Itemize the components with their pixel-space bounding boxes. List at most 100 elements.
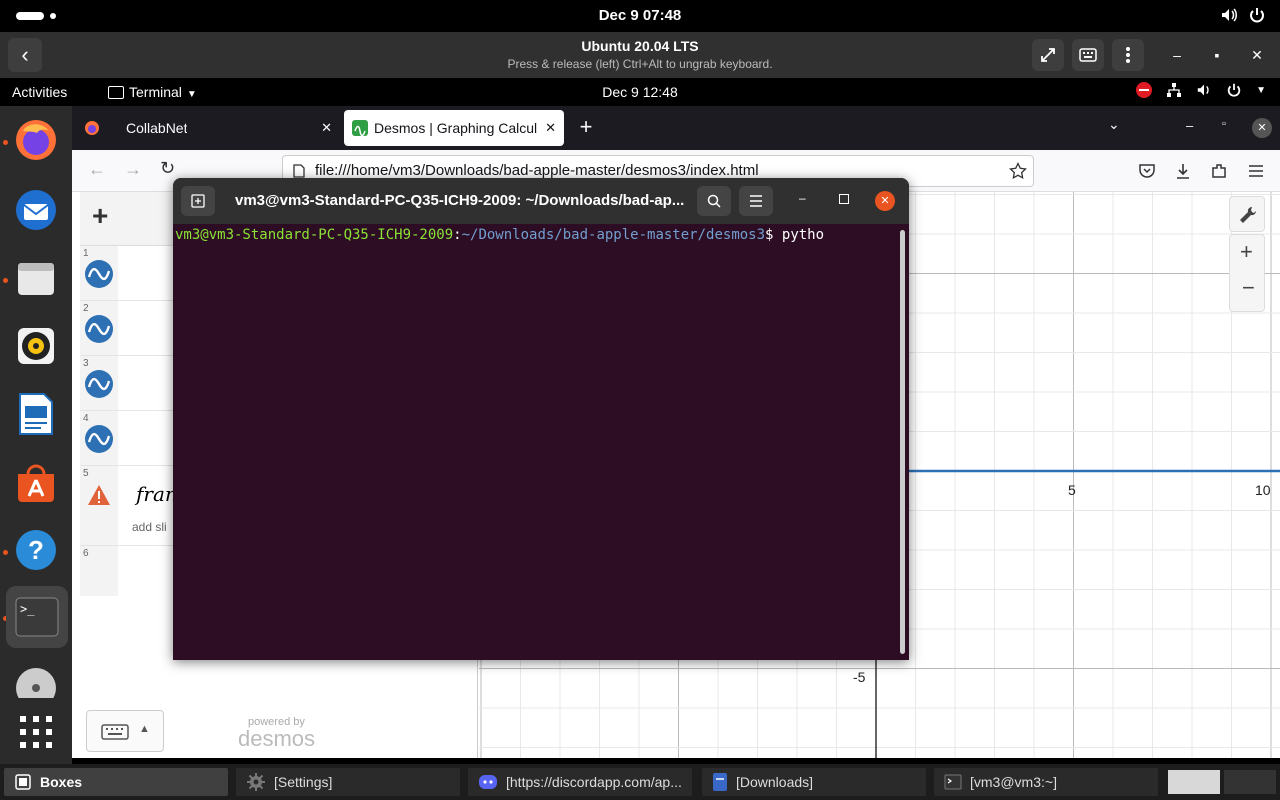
new-tab-button[interactable] xyxy=(181,186,215,216)
wave-icon[interactable] xyxy=(85,315,113,343)
minimize-icon: – xyxy=(1186,118,1194,133)
wave-icon[interactable] xyxy=(85,260,113,288)
help-icon: ? xyxy=(16,530,56,570)
close-icon: ✕ xyxy=(1257,122,1267,134)
term-close-button[interactable]: ✕ xyxy=(875,191,895,211)
close-icon: ✕ xyxy=(880,195,890,207)
ff-minimize-button[interactable]: – xyxy=(1186,118,1193,133)
maximize-button[interactable]: ▪ xyxy=(1202,39,1232,71)
writer-launcher[interactable] xyxy=(10,388,62,440)
row-number: 5 xyxy=(83,468,89,479)
row-gutter: 6 xyxy=(80,546,118,596)
disc-launcher[interactable] xyxy=(10,662,62,698)
ff-close-button[interactable]: ✕ xyxy=(1252,118,1272,138)
guest-top-panel: Activities Terminal ▼ Dec 9 12:48 ▼ xyxy=(0,78,1280,106)
expression-text[interactable]: fran xyxy=(136,482,178,506)
zoom-out-icon[interactable]: − xyxy=(1242,275,1255,301)
forward-arrow-icon[interactable]: → xyxy=(124,159,142,180)
help-launcher[interactable]: ? xyxy=(10,524,62,576)
show-apps-button[interactable] xyxy=(10,706,62,758)
download-icon[interactable] xyxy=(1174,162,1192,180)
row-number: 4 xyxy=(83,413,89,424)
add-slider-hint[interactable]: add sli xyxy=(132,520,167,534)
guest-clock[interactable]: Dec 9 12:48 xyxy=(0,84,1280,100)
wave-icon[interactable] xyxy=(85,370,113,398)
terminal-icon: >_ xyxy=(15,597,59,637)
wave-icon[interactable] xyxy=(85,425,113,453)
power-icon xyxy=(1227,83,1241,97)
command-input[interactable]: pytho xyxy=(782,227,824,243)
libreoffice-writer-icon xyxy=(19,393,53,435)
row-number: 6 xyxy=(83,548,89,559)
host-clock[interactable]: Dec 9 07:48 xyxy=(0,7,1280,24)
terminal-launcher[interactable]: >_ xyxy=(6,586,68,648)
menu-button[interactable] xyxy=(1112,39,1144,71)
taskbar-item-boxes[interactable]: Boxes xyxy=(4,768,228,796)
fullscreen-button[interactable] xyxy=(1032,39,1064,71)
taskbar-item-discord[interactable]: [https://discordapp.com/ap... xyxy=(468,768,692,796)
warning-icon[interactable] xyxy=(87,484,111,506)
terminal-window: vm3@vm3-Standard-PC-Q35-ICH9-2009: ~/Dow… xyxy=(173,178,909,660)
boxes-header: ‹ Ubuntu 20.04 LTS Press & release (left… xyxy=(0,32,1280,78)
file-manager-icon xyxy=(713,773,727,791)
row-number: 1 xyxy=(83,248,89,259)
back-arrow-icon[interactable]: ← xyxy=(88,159,106,180)
no-entry-icon xyxy=(1136,82,1153,98)
close-tab-icon[interactable]: ✕ xyxy=(545,120,556,136)
gear-icon xyxy=(247,773,265,791)
taskbar-label: [vm3@vm3:~] xyxy=(970,774,1057,790)
graph-settings-button[interactable] xyxy=(1229,196,1265,232)
host-top-bar: Dec 9 07:48 xyxy=(0,0,1280,32)
minimize-button[interactable]: – xyxy=(1162,39,1192,71)
taskbar-item-terminal[interactable]: [vm3@vm3:~] xyxy=(934,768,1158,796)
zoom-in-icon[interactable]: + xyxy=(1240,239,1253,265)
dock: ? >_ xyxy=(0,106,72,764)
workspace-2[interactable] xyxy=(1224,770,1276,794)
firefox-launcher[interactable] xyxy=(10,114,62,166)
optical-disc-icon xyxy=(16,668,56,698)
workspace-1[interactable] xyxy=(1168,770,1220,794)
tab-label: CollabNet xyxy=(126,120,188,136)
hamburger-menu-icon[interactable] xyxy=(1248,164,1264,178)
pocket-icon[interactable] xyxy=(1138,162,1156,180)
terminal-scrollbar[interactable] xyxy=(900,230,905,654)
wrench-icon xyxy=(1240,206,1257,223)
tab-desmos[interactable]: Desmos | Graphing Calcul ✕ xyxy=(344,110,564,146)
rhythmbox-icon xyxy=(18,328,54,364)
extensions-icon[interactable] xyxy=(1210,162,1228,180)
software-launcher[interactable] xyxy=(10,456,62,508)
thunderbird-launcher[interactable] xyxy=(10,184,62,236)
list-tabs-button[interactable]: ⌄ xyxy=(1108,116,1120,133)
terminal-output[interactable]: vm3@vm3-Standard-PC-Q35-ICH9-2009:~/Down… xyxy=(175,227,824,243)
tab-collabnet[interactable]: CollabNet ✕ xyxy=(82,110,338,146)
new-tab-button[interactable]: + xyxy=(572,114,600,142)
app-grid-icon xyxy=(20,716,52,748)
close-tab-icon[interactable]: ✕ xyxy=(321,120,332,136)
row-number: 3 xyxy=(83,358,89,369)
add-item-icon[interactable]: + xyxy=(92,200,108,232)
close-button[interactable]: ✕ xyxy=(1242,39,1272,71)
taskbar-item-downloads[interactable]: [Downloads] xyxy=(702,768,926,796)
term-minimize-button[interactable]: – xyxy=(799,191,806,205)
maximize-icon: ▪ xyxy=(1214,47,1220,63)
reload-icon[interactable]: ↻ xyxy=(160,158,175,179)
hamburger-menu-icon xyxy=(750,195,762,207)
search-icon xyxy=(707,194,721,208)
search-button[interactable] xyxy=(697,186,731,216)
desmos-favicon-icon xyxy=(352,120,368,136)
ff-maximize-button[interactable]: ▫ xyxy=(1222,118,1226,130)
volume-icon xyxy=(1197,84,1209,96)
taskbar-item-settings[interactable]: [Settings] xyxy=(236,768,460,796)
term-maximize-button[interactable] xyxy=(839,194,849,204)
firefox-icon xyxy=(16,120,56,160)
bookmark-star-icon[interactable] xyxy=(1009,162,1027,180)
x-axis-label-5: 5 xyxy=(1068,482,1076,498)
keyboard-button[interactable] xyxy=(1072,39,1104,71)
rhythmbox-launcher[interactable] xyxy=(10,320,62,372)
host-tray[interactable] xyxy=(1220,6,1266,24)
files-launcher[interactable] xyxy=(10,252,62,304)
guest-tray[interactable]: ▼ xyxy=(1136,82,1266,98)
keypad-toggle[interactable]: ▲ xyxy=(86,710,164,752)
row-gutter: 5 xyxy=(80,466,118,545)
terminal-menu-button[interactable] xyxy=(739,186,773,216)
